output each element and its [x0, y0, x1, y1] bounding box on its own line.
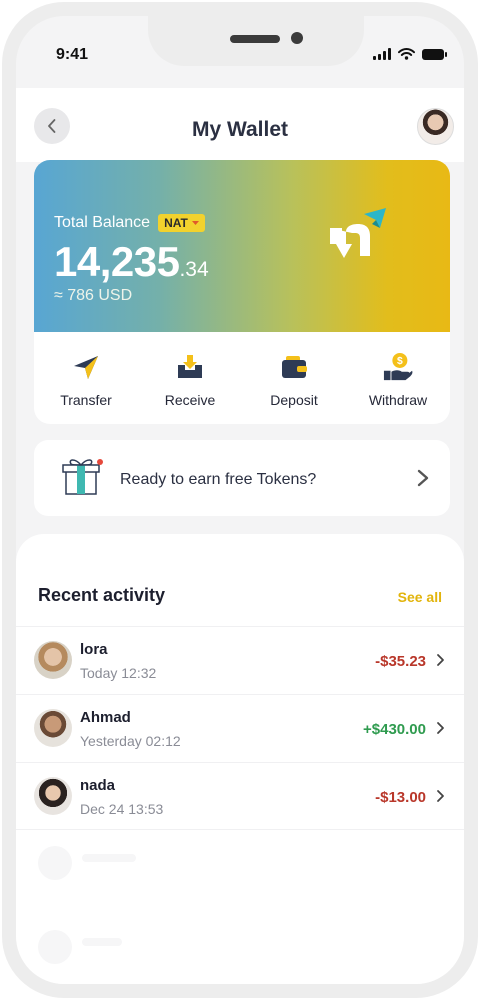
- transaction-date: Yesterday 02:12: [80, 733, 181, 749]
- recent-activity-panel: Recent activity See all lora Today 12:32…: [16, 534, 464, 984]
- quick-actions: Transfer Receive Deposit $ Withdraw: [34, 332, 450, 424]
- balance-amount-decimal: .34: [179, 258, 209, 281]
- total-balance-text: Total Balance: [54, 214, 151, 231]
- contact-avatar: [34, 641, 72, 679]
- app-header: My Wallet: [16, 88, 464, 162]
- contact-name: nada: [80, 777, 116, 794]
- deposit-label: Deposit: [270, 392, 318, 408]
- status-icons: [373, 48, 447, 60]
- balance-gradient-panel: Total Balance NAT 14,235.34 ≈ 786 USD: [34, 160, 450, 332]
- currency-selector[interactable]: NAT: [158, 214, 205, 232]
- chevron-right-icon: [437, 790, 444, 802]
- contact-name: Ahmad: [80, 709, 131, 726]
- balance-fiat-equivalent: ≈ 786 USD: [54, 287, 133, 304]
- front-camera: [291, 32, 303, 44]
- receive-action[interactable]: Receive: [138, 332, 242, 424]
- placeholder-avatar: [38, 846, 72, 880]
- activity-row-lora[interactable]: lora Today 12:32 -$35.23: [16, 626, 464, 694]
- profile-avatar[interactable]: [417, 108, 454, 145]
- see-all-link[interactable]: See all: [398, 589, 442, 605]
- chevron-right-icon: [437, 722, 444, 734]
- transaction-amount: -$35.23: [375, 653, 426, 670]
- inbox-download-icon: [175, 352, 205, 382]
- withdraw-action[interactable]: $ Withdraw: [346, 332, 450, 424]
- wallet-icon: [279, 352, 309, 382]
- withdraw-label: Withdraw: [368, 392, 428, 408]
- activity-row-nada[interactable]: nada Dec 24 13:53 -$13.00: [16, 762, 464, 830]
- signal-icon: [373, 48, 391, 60]
- total-balance-label: Total Balance NAT: [54, 214, 205, 232]
- contact-avatar: [34, 709, 72, 747]
- transaction-amount: -$13.00: [375, 789, 426, 806]
- receive-label: Receive: [164, 392, 216, 408]
- svg-text:$: $: [397, 356, 403, 367]
- paper-plane-icon: [71, 352, 101, 382]
- phone-notch: [148, 16, 364, 66]
- gift-icon: [62, 459, 103, 495]
- status-time: 9:41: [56, 46, 89, 63]
- contact-name: lora: [80, 641, 108, 658]
- wifi-icon: [398, 48, 415, 60]
- brand-logo-icon: [330, 208, 386, 258]
- chevron-right-icon: [437, 654, 444, 666]
- hand-coin-icon: $: [383, 352, 413, 382]
- balance-amount: 14,235.34: [54, 238, 209, 286]
- chevron-right-icon: [417, 469, 429, 487]
- placeholder-row: [16, 918, 464, 978]
- earn-tokens-text: Ready to earn free Tokens?: [120, 471, 317, 488]
- phone-frame: 9:41 My Wallet Total Balance NAT 14,235.…: [2, 2, 478, 998]
- page-title: My Wallet: [191, 118, 289, 141]
- transfer-label: Transfer: [60, 392, 112, 408]
- earn-tokens-banner[interactable]: Ready to earn free Tokens?: [34, 440, 450, 516]
- transfer-action[interactable]: Transfer: [34, 332, 138, 424]
- deposit-action[interactable]: Deposit: [242, 332, 346, 424]
- balance-amount-main: 14,235: [54, 238, 180, 285]
- speaker-grille: [230, 35, 280, 43]
- currency-code: NAT: [164, 216, 188, 230]
- recent-activity-title: Recent activity: [38, 585, 166, 605]
- battery-icon: [422, 49, 447, 60]
- transaction-amount: +$430.00: [363, 721, 426, 738]
- activity-row-ahmad[interactable]: Ahmad Yesterday 02:12 +$430.00: [16, 694, 464, 762]
- placeholder-avatar: [38, 930, 72, 964]
- caret-down-icon: [191, 220, 199, 225]
- contact-avatar: [34, 777, 72, 815]
- transaction-date: Today 12:32: [80, 665, 157, 681]
- transaction-date: Dec 24 13:53: [80, 801, 164, 817]
- placeholder-text: [82, 854, 136, 862]
- placeholder-text: [82, 938, 122, 946]
- placeholder-row: [16, 834, 464, 894]
- balance-card: Total Balance NAT 14,235.34 ≈ 786 USD Tr…: [34, 160, 450, 424]
